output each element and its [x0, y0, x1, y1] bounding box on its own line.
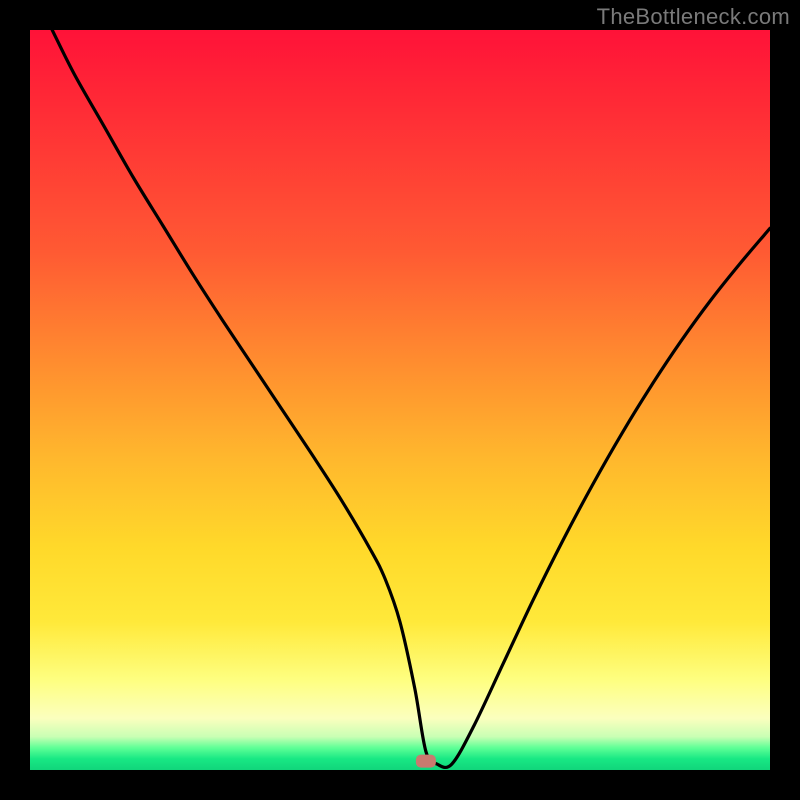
- chart-svg: [30, 30, 770, 770]
- bottleneck-curve: [52, 30, 770, 767]
- watermark-text: TheBottleneck.com: [597, 4, 790, 30]
- minimum-marker: [416, 755, 436, 768]
- plot-area: [30, 30, 770, 770]
- chart-container: TheBottleneck.com: [0, 0, 800, 800]
